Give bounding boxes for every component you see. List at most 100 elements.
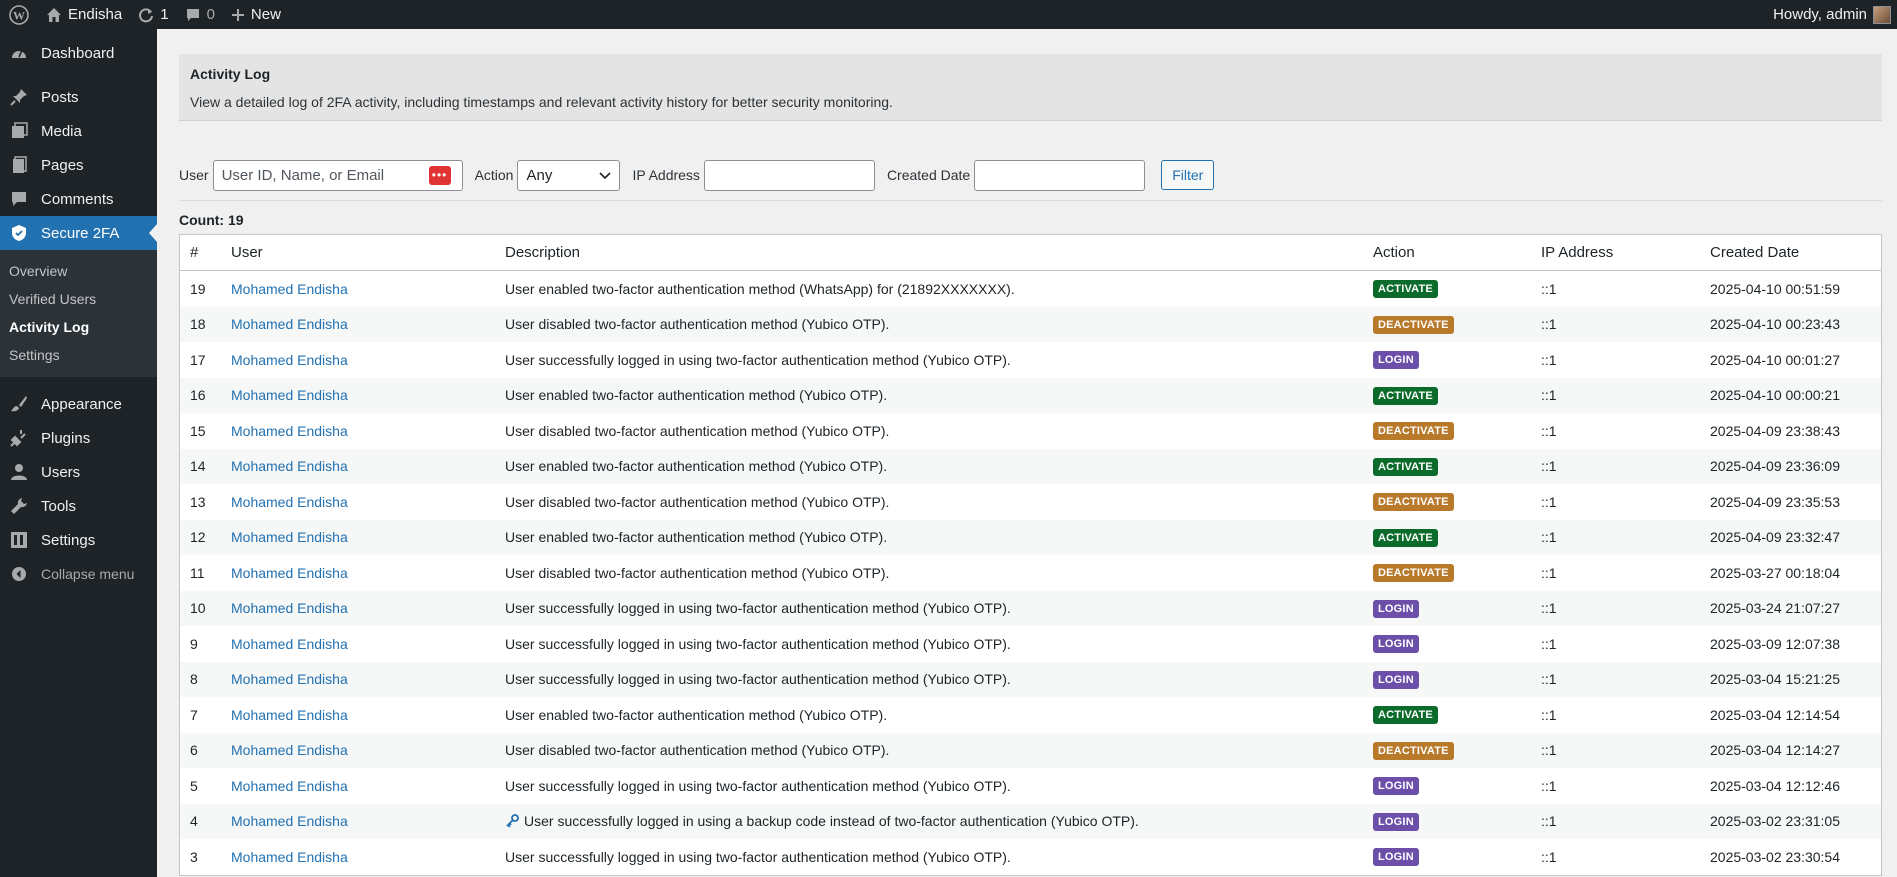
table-row: 8 Mohamed Endisha User successfully logged… bbox=[180, 661, 1881, 697]
row-ip: ::1 bbox=[1541, 564, 1557, 581]
user-link[interactable]: Mohamed Endisha bbox=[231, 565, 348, 581]
menu-settings[interactable]: Settings bbox=[0, 523, 157, 557]
user-link[interactable]: Mohamed Endisha bbox=[231, 423, 348, 439]
collapse-label: Collapse menu bbox=[41, 566, 135, 582]
description-text: User successfully logged in using two-fa… bbox=[505, 777, 1011, 794]
menu-media[interactable]: Media bbox=[0, 114, 157, 148]
user-link[interactable]: Mohamed Endisha bbox=[231, 671, 348, 687]
row-number: 16 bbox=[190, 387, 206, 404]
menu-comments[interactable]: Comments bbox=[0, 182, 157, 216]
admin-sidebar: Dashboard Posts Media Pages Comments Sec… bbox=[0, 29, 157, 877]
action-badge: LOGIN bbox=[1373, 777, 1419, 796]
table-row: 4 Mohamed Endisha User successfully logged… bbox=[180, 803, 1881, 839]
user-link[interactable]: Mohamed Endisha bbox=[231, 281, 348, 297]
updates-link[interactable]: 1 bbox=[130, 0, 176, 29]
activity-log-table: # User Description Action IP Address Cre… bbox=[179, 234, 1882, 876]
filter-button[interactable]: Filter bbox=[1161, 160, 1215, 190]
user-link[interactable]: Mohamed Endisha bbox=[231, 458, 348, 474]
main-content: Activity Log View a detailed log of 2FA … bbox=[157, 29, 1897, 877]
column-header-action: Action bbox=[1373, 244, 1415, 261]
action-badge: ACTIVATE bbox=[1373, 280, 1438, 299]
description-text: User successfully logged in using two-fa… bbox=[505, 635, 1011, 652]
user-link[interactable]: Mohamed Endisha bbox=[231, 494, 348, 510]
menu-label: Settings bbox=[41, 531, 96, 549]
row-number: 7 bbox=[190, 706, 198, 723]
row-description: User successfully logged in using two-fa… bbox=[505, 849, 1373, 865]
menu-tools[interactable]: Tools bbox=[0, 489, 157, 523]
comment-icon bbox=[8, 189, 30, 209]
row-date: 2025-04-10 00:00:21 bbox=[1710, 387, 1840, 404]
row-ip: ::1 bbox=[1541, 422, 1557, 439]
row-number: 13 bbox=[190, 493, 206, 510]
menu-label: Posts bbox=[41, 88, 79, 106]
submenu-overview[interactable]: Overview bbox=[0, 257, 157, 285]
action-badge: DEACTIVATE bbox=[1373, 422, 1454, 441]
column-header-description: Description bbox=[505, 244, 581, 261]
menu-posts[interactable]: Posts bbox=[0, 80, 157, 114]
user-link[interactable]: Mohamed Endisha bbox=[231, 778, 348, 794]
row-description: User disabled two-factor authentication … bbox=[505, 494, 1373, 510]
user-link[interactable]: Mohamed Endisha bbox=[231, 316, 348, 332]
row-description: User enabled two-factor authentication m… bbox=[505, 458, 1373, 474]
user-link[interactable]: Mohamed Endisha bbox=[231, 352, 348, 368]
table-row: 16 Mohamed Endisha User enabled two-factor… bbox=[180, 377, 1881, 413]
my-account-link[interactable]: Howdy, admin bbox=[1765, 0, 1897, 29]
site-name-link[interactable]: Endisha bbox=[38, 0, 130, 29]
row-date: 2025-04-09 23:35:53 bbox=[1710, 493, 1840, 510]
user-link[interactable]: Mohamed Endisha bbox=[231, 849, 348, 865]
password-manager-icon[interactable]: ••• bbox=[428, 165, 451, 185]
user-filter-label: User bbox=[179, 167, 209, 183]
column-header-ip: IP Address bbox=[1541, 244, 1614, 261]
action-badge: LOGIN bbox=[1373, 670, 1419, 689]
row-description: User disabled two-factor authentication … bbox=[505, 316, 1373, 332]
row-number: 11 bbox=[190, 564, 205, 581]
row-description: User disabled two-factor authentication … bbox=[505, 423, 1373, 439]
row-date: 2025-04-09 23:36:09 bbox=[1710, 458, 1840, 475]
collapse-icon bbox=[8, 564, 30, 584]
user-link[interactable]: Mohamed Endisha bbox=[231, 600, 348, 616]
wordpress-logo-icon[interactable]: W bbox=[0, 0, 38, 29]
action-badge: DEACTIVATE bbox=[1373, 493, 1454, 512]
row-description: User successfully logged in using a back… bbox=[505, 813, 1373, 829]
collapse-menu-button[interactable]: Collapse menu bbox=[0, 557, 157, 591]
submenu-activity-log[interactable]: Activity Log bbox=[0, 313, 157, 341]
row-date: 2025-04-10 00:01:27 bbox=[1710, 351, 1840, 368]
new-content-link[interactable]: New bbox=[223, 0, 289, 29]
svg-text:W: W bbox=[13, 8, 25, 22]
description-text: User successfully logged in using two-fa… bbox=[505, 600, 1011, 617]
menu-pages[interactable]: Pages bbox=[0, 148, 157, 182]
user-link[interactable]: Mohamed Endisha bbox=[231, 813, 348, 829]
row-ip: ::1 bbox=[1541, 458, 1557, 475]
action-filter-select[interactable]: Any bbox=[517, 159, 621, 191]
admin-bar: W Endisha 1 0 New Howdy, admin bbox=[0, 0, 1897, 29]
menu-plugins[interactable]: Plugins bbox=[0, 421, 157, 455]
row-ip: ::1 bbox=[1541, 671, 1557, 688]
user-filter-input[interactable] bbox=[212, 159, 463, 191]
row-date: 2025-03-04 12:14:54 bbox=[1710, 706, 1840, 723]
comments-link[interactable]: 0 bbox=[177, 0, 223, 29]
row-date: 2025-04-09 23:32:47 bbox=[1710, 529, 1840, 546]
ip-filter-label: IP Address bbox=[632, 167, 700, 183]
page-header: Activity Log View a detailed log of 2FA … bbox=[179, 54, 1882, 121]
user-link[interactable]: Mohamed Endisha bbox=[231, 529, 348, 545]
submenu-verified-users[interactable]: Verified Users bbox=[0, 285, 157, 313]
media-icon bbox=[8, 121, 30, 141]
user-link[interactable]: Mohamed Endisha bbox=[231, 707, 348, 723]
action-badge: ACTIVATE bbox=[1373, 386, 1438, 405]
user-link[interactable]: Mohamed Endisha bbox=[231, 387, 348, 403]
row-number: 17 bbox=[190, 351, 206, 368]
menu-appearance[interactable]: Appearance bbox=[0, 387, 157, 421]
row-number: 12 bbox=[190, 529, 206, 546]
menu-secure-2fa[interactable]: Secure 2FA bbox=[0, 216, 157, 250]
user-link[interactable]: Mohamed Endisha bbox=[231, 742, 348, 758]
menu-dashboard[interactable]: Dashboard bbox=[0, 36, 157, 70]
user-link[interactable]: Mohamed Endisha bbox=[231, 636, 348, 652]
description-text: User enabled two-factor authentication m… bbox=[505, 529, 888, 546]
brush-icon bbox=[8, 394, 30, 414]
ip-filter-input[interactable] bbox=[703, 159, 875, 191]
menu-users[interactable]: Users bbox=[0, 455, 157, 489]
menu-label: Media bbox=[41, 122, 82, 140]
date-filter-input[interactable] bbox=[974, 159, 1146, 191]
submenu-settings[interactable]: Settings bbox=[0, 341, 157, 369]
table-body: 19 Mohamed Endisha User enabled two-factor… bbox=[180, 271, 1881, 875]
